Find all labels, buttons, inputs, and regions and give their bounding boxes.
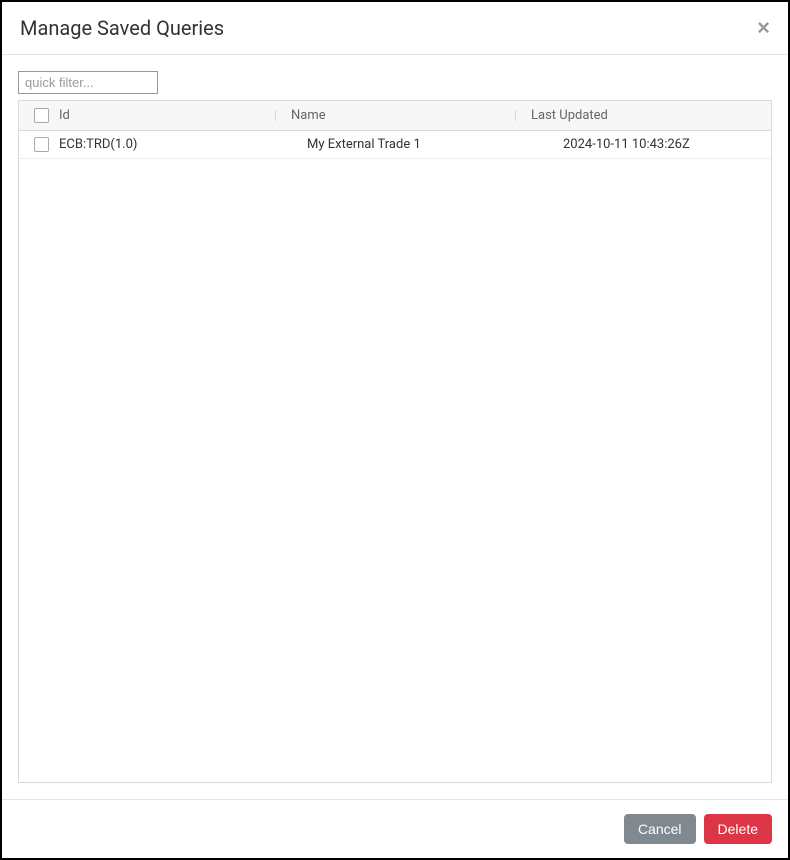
column-header-id[interactable]: Id bbox=[55, 108, 275, 123]
table-header-row: Id Name Last Updated bbox=[19, 101, 771, 131]
quick-filter-input[interactable] bbox=[18, 71, 158, 94]
header-checkbox-cell bbox=[19, 108, 55, 123]
delete-button[interactable]: Delete bbox=[704, 814, 772, 844]
row-name: My External Trade 1 bbox=[275, 137, 515, 152]
row-checkbox[interactable] bbox=[34, 137, 49, 152]
table-row[interactable]: ECB:TRD(1.0) My External Trade 1 2024-10… bbox=[19, 131, 771, 159]
column-header-last-updated[interactable]: Last Updated bbox=[515, 108, 771, 123]
select-all-checkbox[interactable] bbox=[34, 108, 49, 123]
cancel-button[interactable]: Cancel bbox=[624, 814, 696, 844]
row-id: ECB:TRD(1.0) bbox=[55, 137, 275, 152]
modal-body: Id Name Last Updated ECB:TRD(1.0) My Ext… bbox=[2, 55, 788, 799]
modal-header: Manage Saved Queries × bbox=[2, 2, 788, 54]
row-last-updated: 2024-10-11 10:43:26Z bbox=[515, 137, 771, 152]
modal-footer: Cancel Delete bbox=[2, 799, 788, 858]
queries-table: Id Name Last Updated ECB:TRD(1.0) My Ext… bbox=[18, 100, 772, 783]
column-header-name[interactable]: Name bbox=[275, 108, 515, 123]
close-button[interactable]: × bbox=[757, 17, 770, 39]
modal-title: Manage Saved Queries bbox=[20, 16, 224, 40]
row-checkbox-cell bbox=[19, 137, 55, 152]
table-body: ECB:TRD(1.0) My External Trade 1 2024-10… bbox=[19, 131, 771, 782]
